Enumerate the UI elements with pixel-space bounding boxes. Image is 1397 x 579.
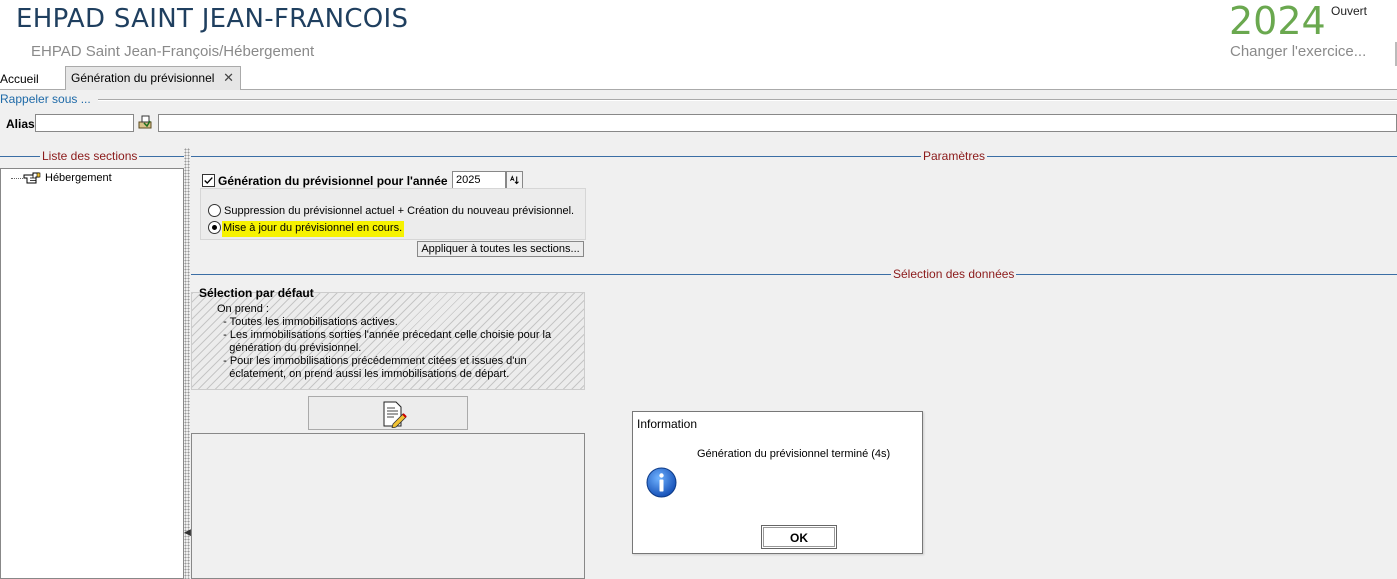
- change-year-link[interactable]: Changer l'exercice...: [1230, 43, 1366, 60]
- app-header: EHPAD SAINT JEAN-FRANCOIS EHPAD Saint Je…: [0, 0, 1397, 66]
- edit-document-button[interactable]: [308, 396, 468, 430]
- spin-icon[interactable]: [506, 171, 523, 189]
- params-divider: [191, 156, 1397, 157]
- tab-generation-previsionnel[interactable]: Génération du prévisionnel ✕: [65, 66, 241, 90]
- tab-label: Génération du prévisionnel: [71, 71, 215, 85]
- header-divider: [1385, 42, 1397, 66]
- close-icon[interactable]: ✕: [223, 70, 234, 86]
- radio-update[interactable]: [208, 221, 221, 234]
- tab-home[interactable]: Accueil: [0, 72, 39, 86]
- tab-bar: Accueil Génération du prévisionnel ✕: [0, 66, 1397, 90]
- alias-description-input[interactable]: [158, 114, 1397, 132]
- recall-label[interactable]: Rappeler sous ...: [0, 92, 91, 106]
- app-title: EHPAD SAINT JEAN-FRANCOIS: [16, 4, 409, 34]
- data-selection-divider: [191, 274, 1397, 275]
- pick-icon[interactable]: [137, 114, 154, 131]
- collapse-arrow-icon[interactable]: ◀: [184, 527, 191, 538]
- apply-all-button[interactable]: Appliquer à toutes les sections...: [417, 241, 584, 257]
- data-selection-title: Sélection des données: [891, 267, 1017, 281]
- alias-input[interactable]: [35, 114, 134, 132]
- radio-replace-label[interactable]: Suppression du prévisionnel actuel + Cré…: [224, 205, 574, 217]
- year-status: Ouvert: [1331, 4, 1368, 18]
- fiscal-year: 2024: [1229, 0, 1326, 43]
- alias-label: Alias: [6, 117, 35, 131]
- information-dialog: Information Génération du prévisionnel t…: [632, 411, 923, 554]
- dialog-title: Information: [637, 417, 698, 431]
- ok-button[interactable]: OK: [761, 525, 837, 549]
- radio-update-label[interactable]: Mise à jour du prévisionnel en cours.: [222, 221, 405, 237]
- sections-list-title: Liste des sections: [40, 149, 140, 163]
- tree-item-hebergement[interactable]: Hébergement: [45, 172, 112, 184]
- default-selection-text: On prend : - Toutes les immobilisations …: [217, 303, 552, 380]
- selection-list-panel[interactable]: [191, 433, 585, 579]
- default-selection-title: Sélection par défaut: [199, 286, 314, 300]
- checkmark-icon: [204, 177, 213, 185]
- dialog-message: Génération du prévisionnel terminé (4s): [697, 448, 891, 460]
- radio-replace[interactable]: [208, 204, 221, 217]
- pointing-hand-icon: [23, 172, 41, 184]
- params-title: Paramètres: [921, 149, 988, 163]
- tree-connector: [11, 178, 23, 179]
- edit-document-icon: [383, 401, 407, 428]
- recall-divider: [98, 99, 1397, 101]
- panel-splitter[interactable]: [184, 148, 190, 579]
- info-icon: [646, 467, 677, 498]
- generate-checkbox[interactable]: [202, 174, 215, 187]
- sections-tree[interactable]: Hébergement: [0, 168, 184, 579]
- app-subtitle: EHPAD Saint Jean-François/Hébergement: [31, 43, 315, 60]
- generate-label: Génération du prévisionnel pour l'année: [218, 174, 448, 188]
- year-input[interactable]: 2025: [452, 171, 506, 189]
